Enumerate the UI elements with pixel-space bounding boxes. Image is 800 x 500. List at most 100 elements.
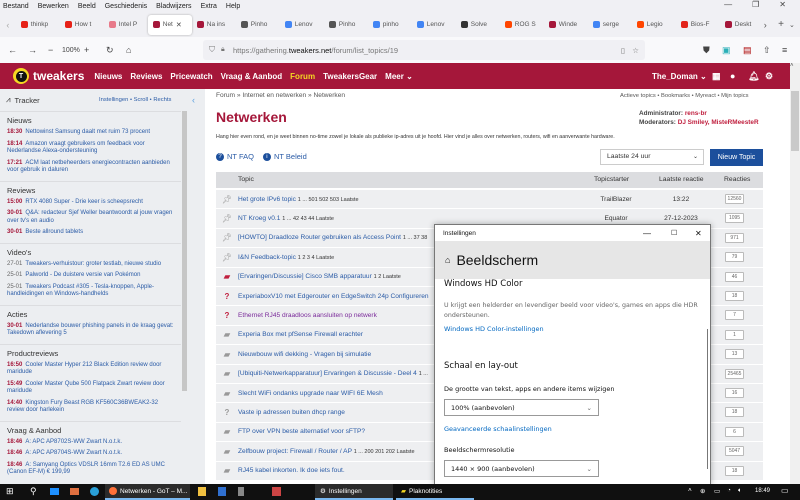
browser-tab[interactable]: pinho: [368, 15, 412, 35]
tracker-item-link[interactable]: Nederlandse bouwer phishing panels in de…: [7, 323, 173, 337]
topic-link[interactable]: Vaste ip adressen buiten dhcp range: [238, 409, 345, 416]
topic-link[interactable]: Slecht WiFi ondanks upgrade naar WIFI 6E…: [238, 390, 383, 397]
close-icon[interactable]: ✕: [779, 0, 786, 14]
tracker-item[interactable]: 18:14 Amazon vraagt gebruikers om feedbac…: [7, 141, 174, 156]
extension-icon[interactable]: ⛊: [703, 45, 710, 56]
tracker-item[interactable]: 25-01 Tweakers Podcast #305 - Tesla-knopp…: [7, 284, 174, 299]
browser-tab[interactable]: ROG S: [500, 15, 544, 35]
tracker-item-link[interactable]: Kingston Fury Beast RGB KF560C36BWEAK2-3…: [7, 400, 158, 414]
tracker-item[interactable]: 18:46 A: APC AP8704S-WW Zwart N.o.t.k.: [7, 450, 174, 458]
reply-count[interactable]: 5047: [725, 446, 744, 457]
site-nav-4[interactable]: Forum: [290, 72, 315, 81]
browser-tab[interactable]: Pinho: [236, 15, 280, 35]
tabs-scroll-right-icon[interactable]: ›: [764, 20, 773, 30]
search-icon[interactable]: ⚲: [30, 486, 37, 497]
topic-link[interactable]: I&N Feedback-topic: [238, 254, 296, 261]
site-nav-0[interactable]: Nieuws: [94, 72, 122, 81]
tracker-item-link[interactable]: ACM laat netbeheerders energiecontracten…: [7, 160, 170, 174]
tracker-item[interactable]: 18:46 A: APC AP8702S-WW Zwart N.o.t.k.: [7, 439, 174, 447]
reply-count[interactable]: 1095: [725, 213, 744, 224]
tracker-item[interactable]: 30-01 Nederlandse bouwer phishing panels …: [7, 323, 174, 338]
tracker-item[interactable]: 14:40 Kingston Fury Beast RGB KF560C36BWE…: [7, 400, 174, 415]
tracker-item-link[interactable]: Cooler Master Hyper 212 Black Edition re…: [7, 362, 161, 376]
tracker-item-link[interactable]: RTX 4080 Super - Drie keer is scheepsrec…: [25, 199, 143, 205]
hd-color-link[interactable]: Windows HD Color-instellingen: [444, 325, 544, 333]
last-reply[interactable]: 13:22: [651, 196, 711, 203]
start-icon[interactable]: ⊞: [6, 486, 14, 497]
tweakers-logo[interactable]: tweakers: [33, 69, 84, 83]
browser-tab[interactable]: Net ✕: [147, 14, 192, 35]
tracker-item-link[interactable]: Nettowinst Samsung daalt met ruim 73 pro…: [25, 129, 150, 135]
settings-scrollbar[interactable]: [707, 329, 708, 469]
explorer-icon[interactable]: [198, 487, 206, 496]
tracker-item-link[interactable]: Amazon vraagt gebruikers om feedback voo…: [7, 141, 145, 155]
topic-link[interactable]: FTP over VPN beste alternatief voor sFTP…: [238, 428, 365, 435]
tracker-item[interactable]: 18:46 A: Samyang Optics VDSLR 16mm T2.6 E…: [7, 462, 174, 477]
shield-app-icon[interactable]: [272, 487, 281, 496]
topic-pages[interactable]: 1 2 Laatste: [374, 274, 401, 280]
site-nav-3[interactable]: Vraag & Aanbod: [221, 72, 283, 81]
task-view-icon[interactable]: [50, 488, 59, 495]
user-menu[interactable]: The_Doman ⌄: [652, 72, 707, 81]
col-topicstarter[interactable]: Topicstarter: [594, 176, 629, 183]
bookmark-star-icon[interactable]: ☆: [632, 46, 639, 55]
reply-count[interactable]: 46: [725, 271, 744, 282]
list-icon[interactable]: ▦: [712, 71, 721, 82]
breadcrumb-forum[interactable]: Forum: [216, 92, 235, 99]
topic-pages[interactable]: 1 2 3 4 Laatste: [298, 255, 334, 261]
save-icon[interactable]: [218, 487, 226, 496]
topic-link[interactable]: RJ45 kabel inkorten. Ik doe iets fout.: [238, 467, 345, 474]
col-topic[interactable]: Topic: [238, 176, 254, 183]
nt-beleid-link[interactable]: NT Beleid: [274, 152, 307, 161]
tracker-item[interactable]: 15:49 Cooler Master Qube 500 Flatpack Zwa…: [7, 381, 174, 396]
reply-count[interactable]: 971: [725, 232, 744, 243]
browser-tab[interactable]: thinkp: [16, 15, 60, 35]
topic-pages[interactable]: 1 ... 42 43 44 Laatste: [282, 216, 334, 222]
topicstarter[interactable]: Equator: [586, 215, 646, 222]
extensions-icon[interactable]: ⇧: [763, 45, 771, 56]
topicstarter[interactable]: TrailBlazer: [586, 196, 646, 203]
taskbar-settings[interactable]: ⚙ Instellingen: [315, 484, 393, 500]
browser-tab[interactable]: Bios-F: [676, 15, 720, 35]
reply-count[interactable]: 1: [725, 329, 744, 340]
topic-link[interactable]: Zelfbouw project: Firewall / Router / AP: [238, 448, 352, 455]
col-replies[interactable]: Reacties: [724, 176, 750, 183]
settings-titlebar[interactable]: Instellingen — ☐ ✕: [435, 225, 710, 241]
topic-link[interactable]: [Ervaringen/Discussie] Cisco SMB apparat…: [238, 273, 372, 280]
collapse-sidebar-icon[interactable]: ‹: [192, 95, 195, 105]
menu-bestand[interactable]: Bestand: [3, 3, 29, 10]
reply-count[interactable]: 18: [725, 291, 744, 301]
menu-bewerken[interactable]: Bewerken: [38, 3, 69, 10]
reply-count[interactable]: 25465: [725, 368, 744, 379]
resolution-select[interactable]: 1440 × 900 (aanbevolen) ⌄: [444, 460, 599, 477]
reply-count[interactable]: 7: [725, 310, 744, 321]
site-nav-6[interactable]: Meer ⌄: [385, 72, 413, 81]
notification-center-icon[interactable]: ▭: [781, 486, 789, 495]
app-menu-icon[interactable]: ≡: [782, 45, 787, 55]
site-nav-2[interactable]: Pricewatch: [170, 72, 212, 81]
zoom-in-icon[interactable]: +: [84, 45, 106, 55]
tracker-item[interactable]: 25-01 Palworld - De duistere versie van P…: [7, 272, 174, 280]
topic-pages[interactable]: 1 ... 200 201 202 Laatste: [354, 449, 415, 455]
tracker-item[interactable]: 30-01 Beste allround tablets: [7, 229, 174, 237]
browser-tab[interactable]: Na ins: [192, 15, 236, 35]
reply-count[interactable]: 18: [725, 465, 744, 476]
menu-beeld[interactable]: Beeld: [78, 3, 96, 10]
tracker-item-link[interactable]: A: Samyang Optics VDSLR 16mm T2.6 ED AS …: [7, 462, 165, 476]
browser-tab[interactable]: Solve: [456, 15, 500, 35]
tracker-item[interactable]: 27-01 Tweakers-verhuistour: groter testla…: [7, 261, 174, 269]
tracker-item-link[interactable]: Q&A: redacteur Sjef Weller beantwoordt a…: [7, 210, 172, 224]
usb-icon[interactable]: [238, 487, 244, 496]
wifi-icon[interactable]: ◔: [727, 487, 731, 494]
reader-view-icon[interactable]: ▯: [621, 46, 625, 55]
mods-link[interactable]: DJ Smiley, MisteRMeesteR: [678, 119, 759, 126]
tracker-item[interactable]: 17:21 ACM laat netbeheerders energiecontr…: [7, 160, 174, 175]
topic-link[interactable]: Experia Box met pfSense Firewall erachte…: [238, 331, 363, 338]
tracker-item-link[interactable]: A: APC AP8702S-WW Zwart N.o.t.k.: [25, 439, 122, 445]
sidebar-scrollbar[interactable]: [182, 111, 187, 391]
topic-link[interactable]: [HOWTO] Draadloze Router gebruiken als A…: [238, 234, 401, 241]
minimize-icon[interactable]: —: [724, 0, 732, 14]
reply-count[interactable]: 16: [725, 388, 744, 398]
clock[interactable]: 18:49: [755, 488, 770, 494]
home-icon[interactable]: ⌂: [126, 45, 146, 55]
